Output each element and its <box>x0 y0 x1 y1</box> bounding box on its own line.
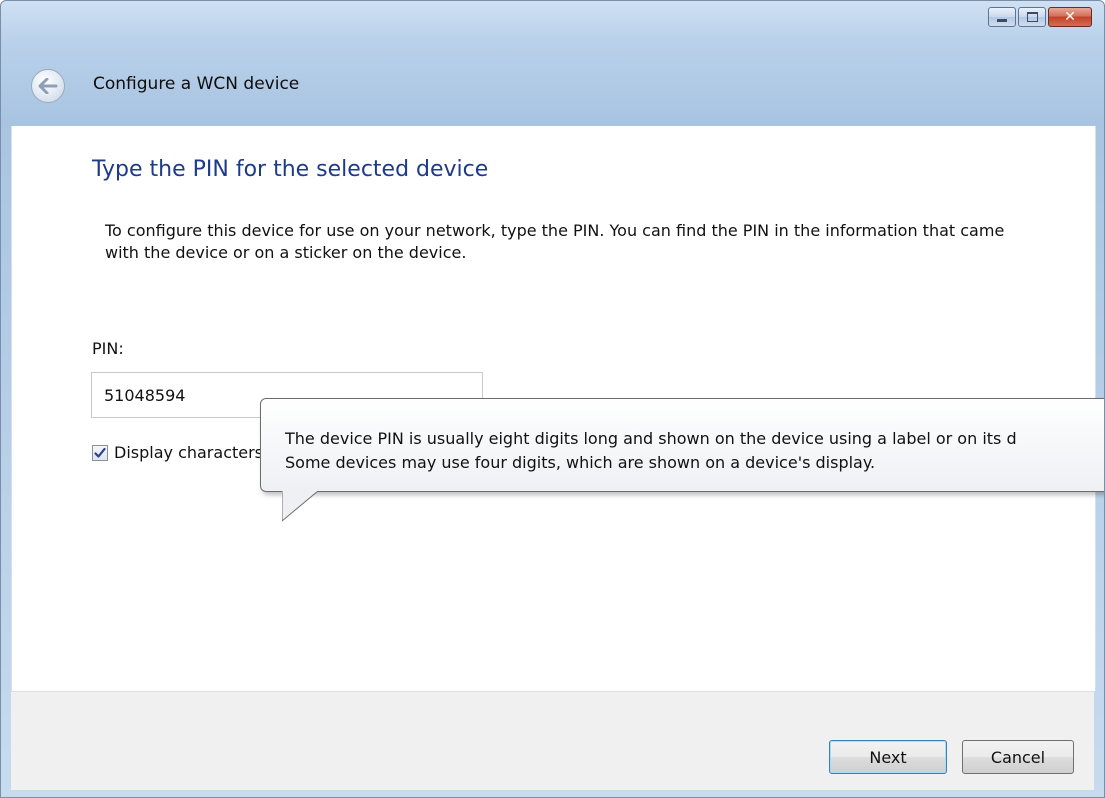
window-title: Configure a WCN device <box>93 74 300 94</box>
next-button[interactable]: Next <box>829 740 947 774</box>
close-button[interactable]: ✕ <box>1048 7 1092 27</box>
title-bar: ✕ Configure a WCN device <box>1 1 1104 126</box>
maximize-button[interactable] <box>1018 7 1046 27</box>
minimize-button[interactable] <box>988 7 1016 27</box>
tooltip-text: The device PIN is usually eight digits l… <box>285 427 1017 475</box>
cancel-button[interactable]: Cancel <box>962 740 1074 774</box>
instructions-text: To configure this device for use on your… <box>105 221 1005 262</box>
checkmark-icon <box>94 447 106 458</box>
pin-label: PIN: <box>92 339 124 358</box>
close-icon: ✕ <box>1064 9 1076 25</box>
back-button[interactable] <box>31 69 65 103</box>
caption-buttons: ✕ <box>988 7 1092 27</box>
wizard-window: ✕ Configure a WCN device Type the PIN fo… <box>0 0 1105 798</box>
footer-bar: Next Cancel <box>11 691 1094 790</box>
pin-tooltip: The device PIN is usually eight digits l… <box>260 398 1104 492</box>
tooltip-line-1: The device PIN is usually eight digits l… <box>285 429 1017 448</box>
maximize-icon <box>1026 12 1038 22</box>
tooltip-pointer <box>282 491 319 522</box>
display-characters-option[interactable]: Display characters <box>92 443 263 462</box>
page-heading: Type the PIN for the selected device <box>92 157 489 182</box>
display-characters-checkbox[interactable] <box>92 444 108 461</box>
back-arrow-icon <box>38 78 58 94</box>
display-characters-label: Display characters <box>114 443 264 462</box>
minimize-icon <box>997 18 1007 22</box>
tooltip-line-2: Some devices may use four digits, which … <box>285 453 876 472</box>
content-panel: Type the PIN for the selected device To … <box>11 126 1104 691</box>
